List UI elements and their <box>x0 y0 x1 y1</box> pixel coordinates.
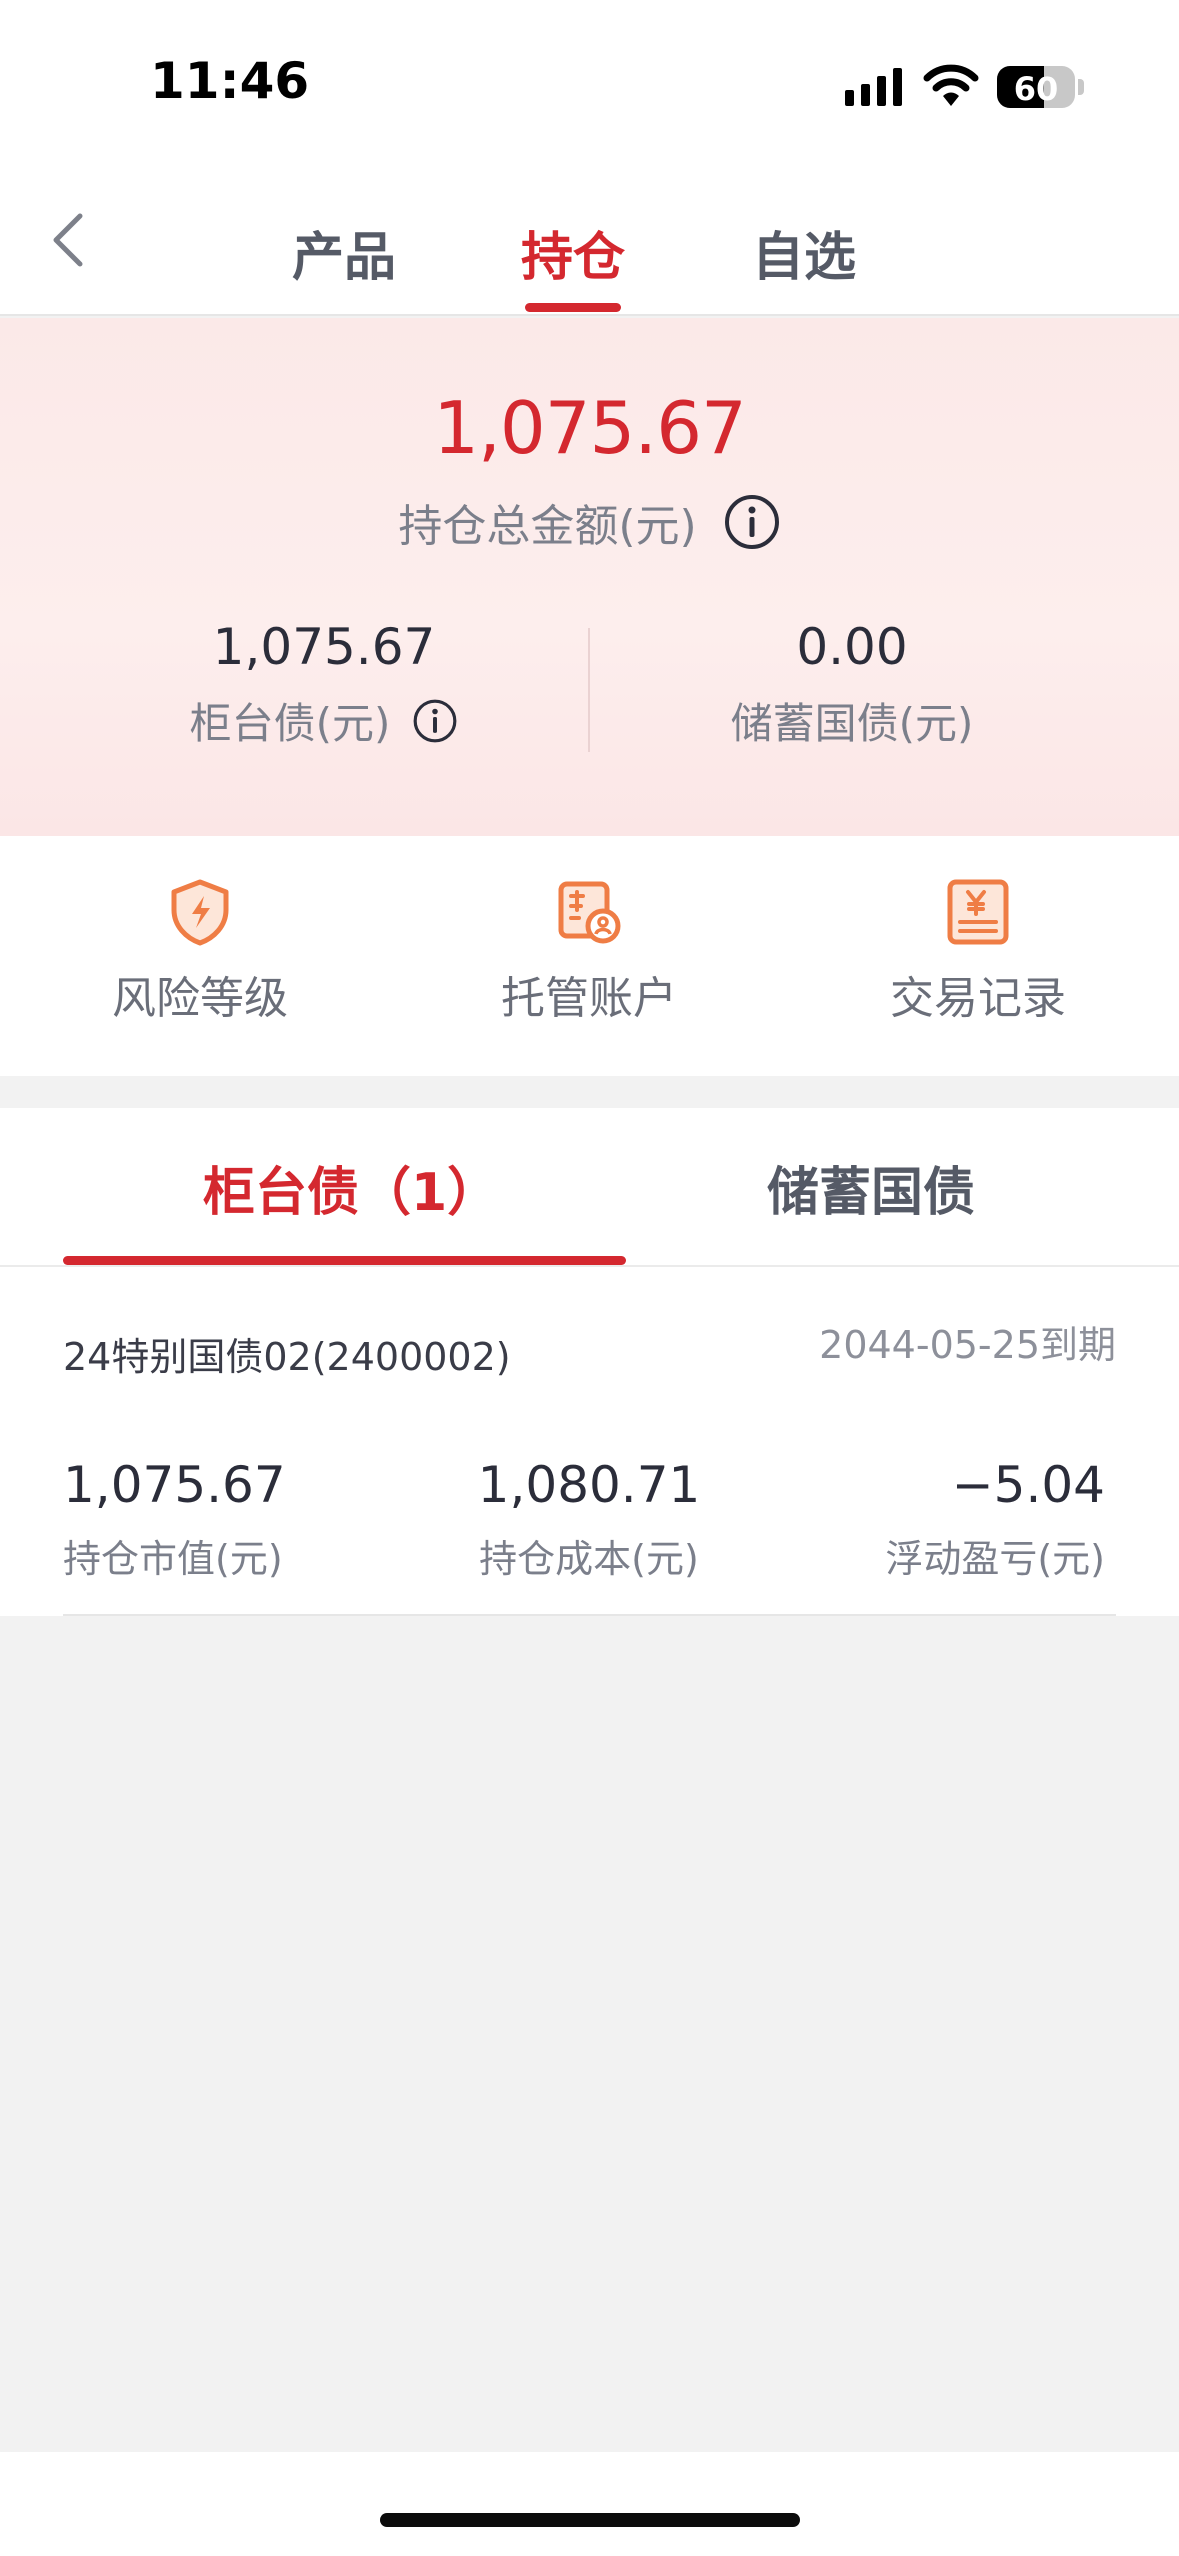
savings-bond-summary: 0.00 储蓄国债(元) <box>602 618 1102 751</box>
summary-divider <box>588 628 590 752</box>
battery-icon: 60 <box>997 66 1075 108</box>
trade-records-label: 交易记录 <box>890 973 1066 1024</box>
tab-watchlist[interactable]: 自选 <box>752 215 856 290</box>
battery-cap <box>1078 79 1084 95</box>
risk-level-button[interactable]: 风险等级 <box>70 876 330 1026</box>
custody-account-label: 托管账户 <box>501 973 677 1024</box>
total-amount: 1,075.67 <box>433 386 747 470</box>
yen-receipt-icon <box>947 879 1009 945</box>
info-icon[interactable] <box>723 493 781 551</box>
status-bar: 11:46 60 <box>0 0 1179 160</box>
holding-cost: 1,080.71 <box>477 1456 701 1514</box>
top-nav: 产品 持仓 自选 <box>0 160 1179 316</box>
trade-records-button[interactable]: 交易记录 <box>848 876 1108 1026</box>
info-icon[interactable] <box>412 698 458 744</box>
maturity-date: 2044-05-25到期 <box>819 1323 1116 1367</box>
counter-bond-summary: 1,075.67 柜台债(元) <box>74 618 574 751</box>
bottom-safe-area <box>0 2452 1179 2556</box>
pnl-metric: −5.04 浮动盈亏(元) <box>885 1456 1105 1583</box>
market-value-label: 持仓市值(元) <box>63 1537 283 1581</box>
counter-bond-label: 柜台债(元) <box>189 699 391 748</box>
market-value-metric: 1,075.67 持仓市值(元) <box>63 1456 286 1583</box>
tab-counter-bonds[interactable]: 柜台债（1） <box>203 1150 499 1225</box>
bond-name: 24特别国债02(2400002) <box>63 1335 511 1379</box>
tab-products[interactable]: 产品 <box>292 215 396 290</box>
wifi-icon <box>923 64 979 106</box>
active-tab-indicator <box>525 303 621 312</box>
page: 11:46 60 产品 持仓 自选 1,075.67 持仓总金额(元) 1,07… <box>0 0 1179 2556</box>
active-tab-indicator <box>63 1256 626 1265</box>
tab-savings-bonds[interactable]: 储蓄国债 <box>767 1150 975 1225</box>
shield-bolt-icon <box>171 879 229 946</box>
market-value: 1,075.67 <box>63 1456 286 1514</box>
status-time: 11:46 <box>150 52 310 110</box>
holdings-summary: 1,075.67 持仓总金额(元) 1,075.67 柜台债(元) 0.00 储… <box>0 318 1179 836</box>
savings-bond-amount: 0.00 <box>796 618 908 676</box>
risk-level-label: 风险等级 <box>112 973 288 1024</box>
floating-pnl-label: 浮动盈亏(元) <box>885 1537 1105 1581</box>
cost-metric: 1,080.71 持仓成本(元) <box>389 1456 789 1583</box>
account-card-icon <box>558 881 621 944</box>
total-label-row: 持仓总金额(元) <box>0 490 1179 554</box>
cellular-signal-icon <box>845 68 902 106</box>
floating-pnl: −5.04 <box>951 1456 1105 1514</box>
tab-divider <box>0 1265 1179 1267</box>
home-indicator[interactable] <box>380 2513 800 2527</box>
savings-bond-label: 储蓄国债(元) <box>730 699 974 748</box>
back-chevron-icon[interactable] <box>40 210 100 270</box>
battery-percent: 60 <box>1013 70 1059 108</box>
total-label: 持仓总金额(元) <box>398 501 697 552</box>
tab-holdings[interactable]: 持仓 <box>521 215 625 290</box>
holdings-panel: 柜台债（1） 储蓄国债 24特别国债02(2400002) 2044-05-25… <box>0 1108 1179 1616</box>
row-divider <box>63 1614 1116 1616</box>
shortcut-bar: 风险等级 托管账户 交易记录 <box>0 836 1179 1076</box>
custody-account-button[interactable]: 托管账户 <box>459 876 719 1026</box>
counter-bond-amount: 1,075.67 <box>212 618 436 676</box>
holding-cost-label: 持仓成本(元) <box>479 1537 699 1581</box>
